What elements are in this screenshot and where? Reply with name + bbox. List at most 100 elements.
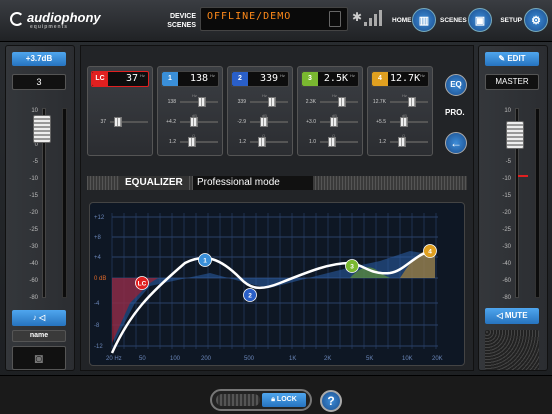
band-strip-3[interactable]: 3 2.5K Hz Hz 2.3K dB +3.0 Q 1.0 <box>297 66 363 156</box>
guitar-icon: ♪ <box>32 313 37 322</box>
x-tick-label: 1K <box>289 356 296 362</box>
pencil-icon: ✎ <box>498 54 506 63</box>
level-meter <box>62 108 67 298</box>
gain-slider[interactable]: dB +5.5 <box>372 113 430 127</box>
instrument-toggle[interactable]: ♪ ◁ <box>12 310 66 326</box>
meter-peak-marker <box>518 175 528 177</box>
gear-icon: ⚙ <box>524 8 548 32</box>
band-unit: Hz <box>350 73 355 78</box>
band-header: 2 339 Hz <box>231 71 289 87</box>
freq-slider[interactable]: Hz 339 <box>232 93 290 107</box>
y-tick-label: -4 <box>94 301 100 307</box>
scale-tick: -80 <box>29 295 38 301</box>
eq-node-1[interactable]: 1 <box>198 253 212 267</box>
band-unit: Hz <box>140 73 145 78</box>
y-tick-label: -8 <box>94 323 100 329</box>
help-button[interactable]: ? <box>320 390 342 412</box>
x-tick-label: 50 <box>139 356 146 362</box>
gain-button[interactable]: +3.7dB <box>12 52 66 66</box>
x-tick-label: 20K <box>432 356 443 362</box>
usb-icon <box>329 11 341 27</box>
master-channel-panel: ✎ EDIT MASTER 1050-5-10-15-20-25-30-40-6… <box>478 45 548 371</box>
lock-button[interactable]: 🔒︎ LOCK <box>262 393 306 407</box>
equalizer-header: EQUALIZER Professional mode <box>87 176 467 190</box>
lock-icon: 🔒︎ <box>271 396 275 403</box>
eq-node-2[interactable]: 2 <box>243 288 257 302</box>
edit-button[interactable]: ✎ EDIT <box>485 52 539 66</box>
freq-slider[interactable]: Hz 12.7K <box>372 93 430 107</box>
band-unit: Hz <box>210 73 215 78</box>
gain-slider[interactable]: dB +4.2 <box>162 113 220 127</box>
scene-display[interactable]: OFFLINE/DEMO <box>200 7 348 31</box>
equalizer-mode: Professional mode <box>193 176 313 190</box>
eq-node-3[interactable]: 3 <box>345 259 359 273</box>
x-tick-label: 20 Hz <box>106 356 122 362</box>
lowcut-slider[interactable]: 37 <box>92 117 150 127</box>
q-slider[interactable]: Q 1.2 <box>232 133 290 147</box>
band-frequency: 2.5K <box>323 73 348 84</box>
band-controls: LC 37 Hz 37 1 138 Hz Hz 138 dB +4.2 Q 1.2 2… <box>87 66 437 160</box>
band-header: 1 138 Hz <box>161 71 219 87</box>
q-slider[interactable]: Q 1.2 <box>372 133 430 147</box>
x-tick-label: 500 <box>244 356 255 362</box>
y-tick-label: +12 <box>94 215 105 221</box>
speaker-icon: ◁ <box>496 311 503 320</box>
freq-slider[interactable]: Hz 138 <box>162 93 220 107</box>
speaker-grille <box>485 330 539 370</box>
svg-text:LC: LC <box>138 281 147 288</box>
scale-tick: -30 <box>29 244 38 250</box>
lock-slider[interactable]: 🔒︎ LOCK <box>210 389 312 411</box>
band-strip-1[interactable]: 1 138 Hz Hz 138 dB +4.2 Q 1.2 <box>157 66 223 156</box>
save-icon: ▣ <box>468 8 492 32</box>
x-tick-label: 100 <box>170 356 181 362</box>
input-fader-knob[interactable] <box>33 115 51 144</box>
eq-graph-svg: LC 1 2 3 4 +12 +8 +4 0 dB -4 -8 -12 20 Hz 50 100 200 5… <box>94 213 443 362</box>
signal-icon <box>364 10 384 26</box>
bluetooth-icon[interactable]: ✱ <box>352 10 362 24</box>
device-scenes-label: DEVICE SCENES <box>167 13 196 29</box>
speaker-icon: ◁ <box>39 313 46 322</box>
band-strip-2[interactable]: 2 339 Hz Hz 339 dB -2.9 Q 1.2 <box>227 66 293 156</box>
band-number: 2 <box>232 72 248 86</box>
camera-icon[interactable]: ◙ <box>12 346 66 370</box>
freq-slider[interactable]: Hz 2.3K <box>302 93 360 107</box>
eq-graph[interactable]: LC 1 2 3 4 +12 +8 +4 0 dB -4 -8 -12 20 Hz 50 100 200 5… <box>89 202 465 366</box>
mixer-icon: ▥ <box>412 8 436 32</box>
scale-tick: -20 <box>29 210 38 216</box>
band-strip-4[interactable]: 4 12.7K Hz Hz 12.7K dB +5.5 Q 1.2 <box>367 66 433 156</box>
input-channel-panel: +3.7dB 3 1050-5-10-15-20-25-30-40-60-80 … <box>5 45 75 371</box>
back-arrow-icon[interactable]: ← <box>445 132 467 154</box>
slide-handle[interactable] <box>216 394 260 406</box>
scale-tick: -60 <box>502 278 511 284</box>
scale-tick: -15 <box>502 193 511 199</box>
band-number: 1 <box>162 72 178 86</box>
app-window: audiophony equipments DEVICE SCENES OFFLIN… <box>0 0 552 414</box>
mute-button[interactable]: ◁ MUTE <box>485 308 539 324</box>
x-tick-label: 10K <box>402 356 413 362</box>
eq-node-lc[interactable]: LC <box>135 276 149 290</box>
band-header: 3 2.5K Hz <box>301 71 359 87</box>
scale-tick: -30 <box>502 244 511 250</box>
q-slider[interactable]: Q 1.0 <box>302 133 360 147</box>
band-strip-lc[interactable]: LC 37 Hz 37 <box>87 66 153 156</box>
equalizer-title: EQUALIZER <box>119 176 189 190</box>
svg-text:1: 1 <box>203 258 207 265</box>
eq-node-4[interactable]: 4 <box>423 244 437 258</box>
band-number: 4 <box>372 72 388 86</box>
y-tick-label: 0 dB <box>94 276 106 282</box>
master-fader-knob[interactable] <box>506 121 524 150</box>
x-tick-label: 200 <box>201 356 212 362</box>
gain-slider[interactable]: dB -2.9 <box>232 113 290 127</box>
q-slider[interactable]: Q 1.2 <box>162 133 220 147</box>
scale-tick: -5 <box>32 159 38 165</box>
band-frequency: 37 <box>125 73 138 84</box>
scale-tick: -5 <box>505 159 511 165</box>
scale-tick: -60 <box>29 278 38 284</box>
scale-tick: -10 <box>502 176 511 182</box>
brand-logo: audiophony equipments <box>10 10 101 30</box>
gain-slider[interactable]: dB +3.0 <box>302 113 360 127</box>
eq-button[interactable]: EQ <box>445 74 467 96</box>
eq-main-panel: LC 37 Hz 37 1 138 Hz Hz 138 dB +4.2 Q 1.2 2… <box>80 45 474 371</box>
master-level-meter <box>518 108 540 298</box>
y-tick-label: +8 <box>94 235 102 241</box>
